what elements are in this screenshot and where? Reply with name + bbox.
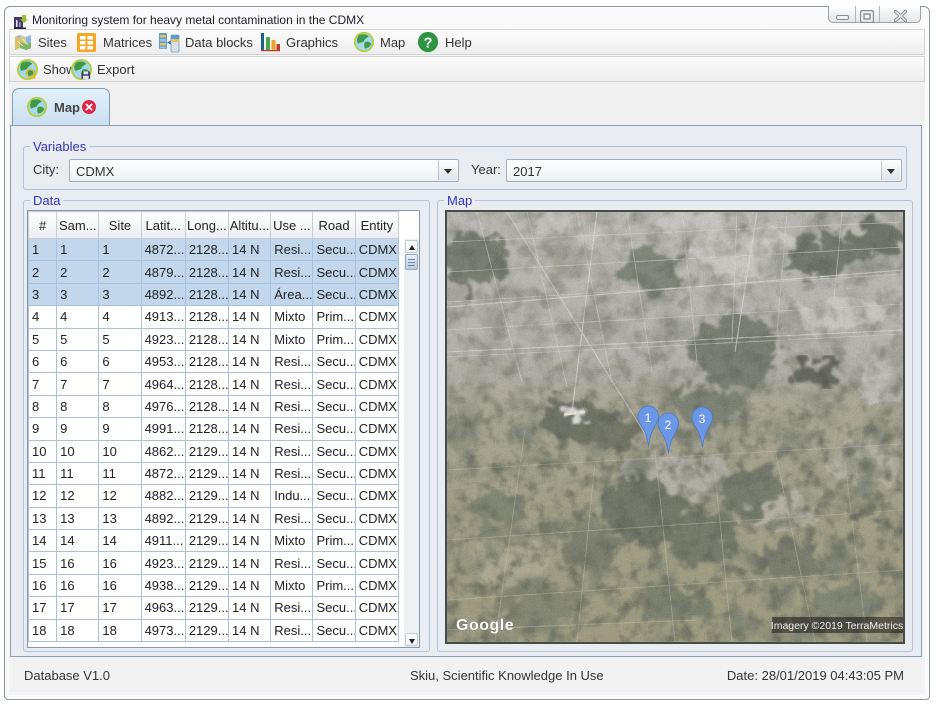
svg-text:2: 2 bbox=[665, 418, 672, 432]
svg-text:Imagery ©2019 TerraMetrics: Imagery ©2019 TerraMetrics bbox=[771, 620, 903, 632]
svg-text:Google: Google bbox=[456, 617, 514, 634]
svg-text:?: ? bbox=[424, 36, 433, 52]
svg-text:3: 3 bbox=[699, 412, 706, 426]
svg-text:1: 1 bbox=[645, 411, 652, 425]
